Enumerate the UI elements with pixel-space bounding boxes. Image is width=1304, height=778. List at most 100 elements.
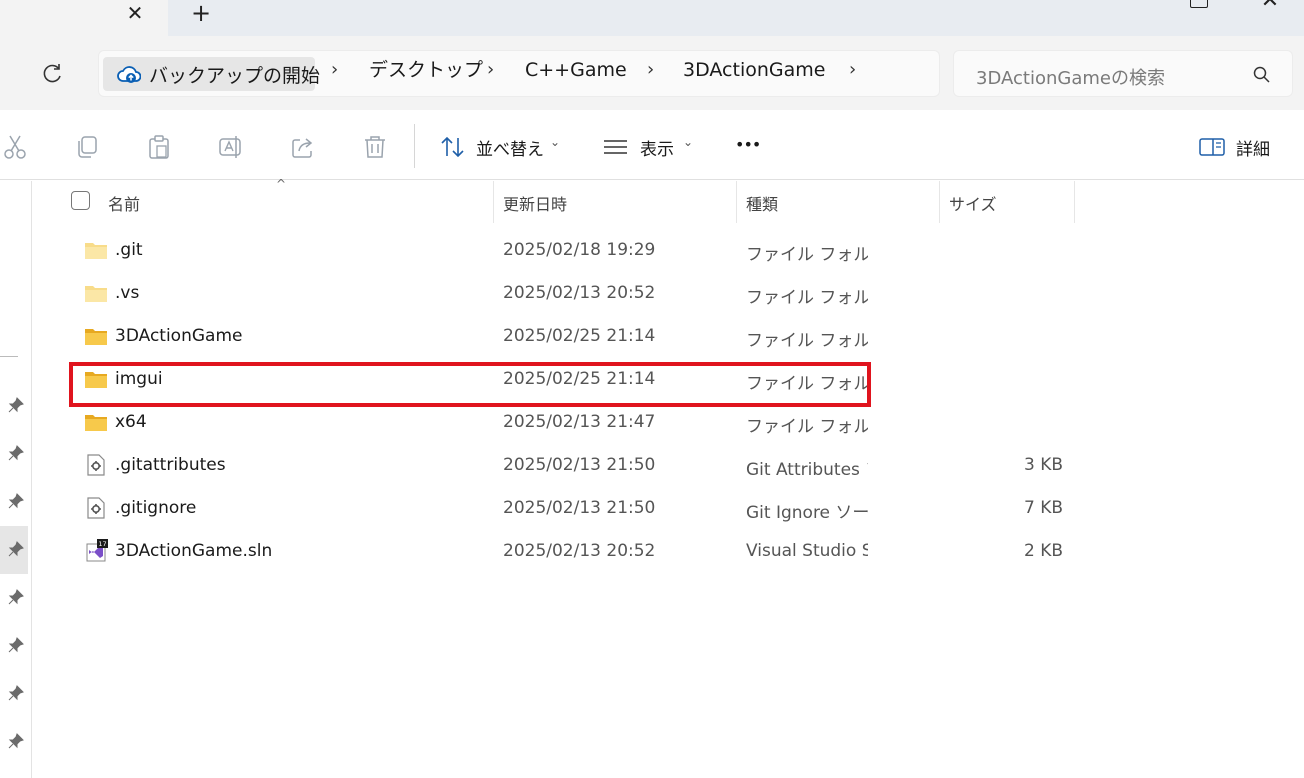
view-icon[interactable] [603, 134, 629, 160]
delete-icon[interactable] [362, 134, 388, 160]
pin-icon[interactable] [6, 395, 26, 415]
column-header-type[interactable]: 種類 [746, 191, 778, 215]
rename-icon[interactable] [218, 134, 244, 160]
file-row-vs[interactable]: .vs 2025/02/13 20:52 ファイル フォルダー [70, 273, 1070, 316]
file-row-gitignore[interactable]: .gitignore 2025/02/13 21:50 Git Ignore ソ… [70, 488, 1070, 531]
file-type: ファイル フォルダー [746, 245, 868, 265]
file-name: .gitignore [115, 498, 197, 518]
navigation-bar: バックアップの開始 › デスクトップ › C++Game › 3DActionG… [0, 36, 1304, 110]
folder-icon [84, 324, 108, 348]
column-divider[interactable] [1074, 181, 1075, 223]
breadcrumb-item-backup[interactable]: バックアップの開始 [103, 57, 320, 91]
file-date: 2025/02/18 19:29 [503, 240, 656, 260]
column-header-name[interactable]: 名前 [108, 191, 140, 215]
file-type: ファイル フォルダー [746, 374, 868, 394]
search-placeholder: 3DActionGameの検索 [976, 68, 1165, 89]
chevron-down-icon[interactable]: ⌄ [683, 135, 693, 149]
file-type: ファイル フォルダー [746, 417, 868, 437]
pin-icon[interactable] [6, 683, 26, 703]
file-size: 2 KB [1023, 541, 1063, 561]
settings-file-icon [84, 453, 108, 477]
file-name: x64 [115, 412, 147, 432]
column-header: ^ 名前 更新日時 種類 サイズ [60, 177, 1075, 223]
toolbar-separator [414, 124, 415, 168]
tab-active[interactable]: ✕ [0, 0, 168, 36]
details-pane-icon[interactable] [1199, 134, 1225, 160]
column-divider[interactable] [939, 181, 940, 223]
folder-icon [84, 410, 108, 434]
file-row-3dactiongame[interactable]: 3DActionGame 2025/02/25 21:14 ファイル フォルダー [70, 316, 1070, 359]
refresh-icon[interactable] [38, 60, 66, 88]
pin-icon[interactable] [6, 539, 26, 559]
new-tab-icon[interactable]: + [188, 0, 214, 26]
breadcrumb-chevron-icon[interactable]: › [647, 59, 654, 81]
select-all-checkbox[interactable] [71, 191, 90, 210]
breadcrumb-item-desktop[interactable]: デスクトップ [369, 59, 483, 81]
file-row-git[interactable]: .git 2025/02/18 19:29 ファイル フォルダー [70, 230, 1070, 273]
folder-faded-icon [84, 281, 108, 305]
pin-icon[interactable] [6, 491, 26, 511]
file-row-imgui[interactable]: imgui 2025/02/25 21:14 ファイル フォルダー [70, 359, 1070, 402]
pin-icon[interactable] [6, 635, 26, 655]
sort-icon[interactable] [440, 134, 466, 160]
settings-file-icon [84, 496, 108, 520]
file-type: ファイル フォルダー [746, 331, 868, 351]
onedrive-backup-icon [117, 64, 142, 84]
file-name: .vs [115, 283, 140, 303]
details-button[interactable]: 詳細 [1236, 135, 1270, 160]
file-date: 2025/02/13 21:50 [503, 455, 656, 475]
file-type: Git Attributes ソース フ... [746, 460, 868, 480]
pin-icon[interactable] [6, 587, 26, 607]
file-date: 2025/02/25 21:14 [503, 326, 656, 346]
breadcrumb-item-cppgame[interactable]: C++Game [525, 59, 627, 81]
file-row-x64[interactable]: x64 2025/02/13 21:47 ファイル フォルダー [70, 402, 1070, 445]
view-button[interactable]: 表示 [640, 135, 674, 160]
file-name: 3DActionGame [115, 326, 243, 346]
tab-strip: ✕ + ✕ [0, 0, 1304, 36]
column-header-size[interactable]: サイズ [949, 191, 997, 215]
column-divider[interactable] [736, 181, 737, 223]
file-type: Visual Studio Solution [746, 541, 868, 561]
file-date: 2025/02/13 21:50 [503, 498, 656, 518]
folder-faded-icon [84, 238, 108, 262]
more-options-button[interactable]: ••• [735, 135, 761, 154]
breadcrumb-chevron-icon[interactable]: › [487, 59, 494, 81]
file-date: 2025/02/13 20:52 [503, 283, 656, 303]
file-name: .gitattributes [115, 455, 226, 475]
command-bar: 並べ替え ⌄ 表示 ⌄ ••• 詳細 [0, 110, 1304, 180]
file-name: 3DActionGame.sln [115, 541, 273, 561]
sort-ascending-icon: ^ [276, 177, 287, 191]
pin-icon[interactable] [6, 443, 26, 463]
file-name: .git [115, 240, 143, 260]
file-size: 3 KB [1023, 455, 1063, 475]
copy-icon[interactable] [74, 134, 100, 160]
paste-icon[interactable] [146, 134, 172, 160]
breadcrumb-chevron-icon[interactable]: › [849, 59, 856, 81]
tab-close-icon[interactable]: ✕ [122, 2, 148, 26]
file-row-gitattributes[interactable]: .gitattributes 2025/02/13 21:50 Git Attr… [70, 445, 1070, 488]
visual-studio-solution-icon: 17 [84, 539, 108, 563]
column-header-date[interactable]: 更新日時 [503, 191, 567, 215]
breadcrumb-chevron-icon[interactable]: › [331, 59, 338, 81]
file-type: ファイル フォルダー [746, 288, 868, 308]
file-date: 2025/02/13 21:47 [503, 412, 656, 432]
pin-icon[interactable] [6, 731, 26, 751]
file-date: 2025/02/13 20:52 [503, 541, 656, 561]
breadcrumb-label: バックアップの開始 [149, 65, 321, 87]
column-divider[interactable] [493, 181, 494, 223]
address-bar[interactable]: バックアップの開始 › デスクトップ › C++Game › 3DActionG… [98, 50, 940, 97]
sort-button[interactable]: 並べ替え [476, 135, 544, 160]
maximize-icon[interactable] [1190, 0, 1208, 8]
cut-icon[interactable] [2, 134, 28, 160]
solution-version-badge: 17 [98, 540, 106, 548]
breadcrumb-item-3dactiongame[interactable]: 3DActionGame [683, 59, 825, 81]
file-name: imgui [115, 369, 163, 389]
file-type: Git Ignore ソース ファイル [746, 503, 868, 523]
close-window-icon[interactable]: ✕ [1258, 0, 1282, 12]
search-box[interactable]: 3DActionGameの検索 [953, 50, 1293, 97]
search-icon [1252, 65, 1272, 85]
share-icon[interactable] [290, 134, 316, 160]
file-row-sln[interactable]: 17 3DActionGame.sln 2025/02/13 20:52 Vis… [70, 531, 1070, 574]
chevron-down-icon[interactable]: ⌄ [550, 135, 560, 149]
navigation-pane [0, 181, 32, 778]
